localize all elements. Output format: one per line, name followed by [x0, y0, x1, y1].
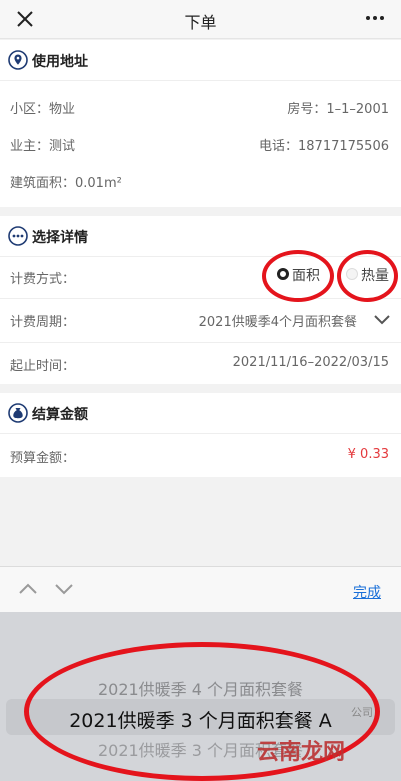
chevron-up-icon[interactable]	[18, 583, 38, 595]
address-header: 使用地址	[0, 40, 401, 81]
address-section: 使用地址 小区：物业 房号：1–1–2001 业主：测试 电话：18717175…	[0, 40, 401, 207]
building-area-text: 建筑面积：0.01m²	[10, 176, 122, 191]
money-bag-icon	[8, 403, 28, 423]
picker-toolbar: 完成	[0, 566, 401, 613]
done-button[interactable]: 完成	[353, 582, 381, 602]
location-pin-icon	[8, 50, 28, 70]
details-section: 选择详情 计费方式： 面积 热量 计费周期： 2021供暖季4个月面积套餐 起止…	[0, 216, 401, 384]
address-header-label: 使用地址	[32, 54, 88, 70]
community-room-row: 小区：物业 房号：1–1–2001	[0, 88, 401, 126]
chevron-down-icon[interactable]	[54, 583, 74, 595]
billing-method-row: 计费方式： 面积 热量	[0, 250, 401, 302]
settlement-header-label: 结算金额	[32, 407, 88, 423]
owner-text: 业主：测试	[10, 139, 76, 154]
billing-cycle-label: 计费周期：	[10, 315, 76, 330]
settlement-header: 结算金额	[0, 393, 401, 434]
chevron-down-icon[interactable]	[373, 314, 391, 326]
period-value: 2021/11/16–2022/03/15	[232, 355, 389, 370]
period-row: 起止时间： 2021/11/16–2022/03/15	[0, 342, 401, 384]
budget-row: 预算金额： ¥ 0.33	[0, 435, 401, 477]
area-row: 建筑面积：0.01m²	[0, 162, 401, 200]
watermark-small-text: 公司	[351, 706, 373, 719]
settlement-section: 结算金额 预算金额： ¥ 0.33	[0, 393, 401, 477]
owner-phone-row: 业主：测试 电话：18717175506	[0, 125, 401, 163]
annotation-circle	[337, 250, 398, 302]
phone-text: 电话：18717175506	[259, 139, 389, 154]
watermark-text: 云南龙网	[257, 740, 346, 765]
community-text: 小区：物业	[10, 102, 76, 117]
annotation-circle	[262, 250, 334, 302]
period-label: 起止时间：	[10, 359, 76, 374]
billing-cycle-value: 2021供暖季4个月面积套餐	[198, 315, 357, 330]
more-circle-icon	[8, 226, 28, 246]
navigation-bar: 下单	[0, 0, 401, 39]
room-number-text: 房号：1–1–2001	[287, 102, 389, 117]
details-header: 选择详情	[0, 216, 401, 257]
page-title: 下单	[184, 13, 217, 32]
budget-label: 预算金额：	[10, 451, 76, 466]
details-header-label: 选择详情	[32, 230, 88, 246]
watermark: 公司 云南龙网	[257, 706, 387, 766]
more-icon[interactable]	[365, 15, 385, 21]
billing-method-label: 计费方式：	[10, 272, 76, 287]
billing-cycle-row[interactable]: 计费周期： 2021供暖季4个月面积套餐	[0, 298, 401, 343]
budget-value: ¥ 0.33	[347, 447, 389, 462]
